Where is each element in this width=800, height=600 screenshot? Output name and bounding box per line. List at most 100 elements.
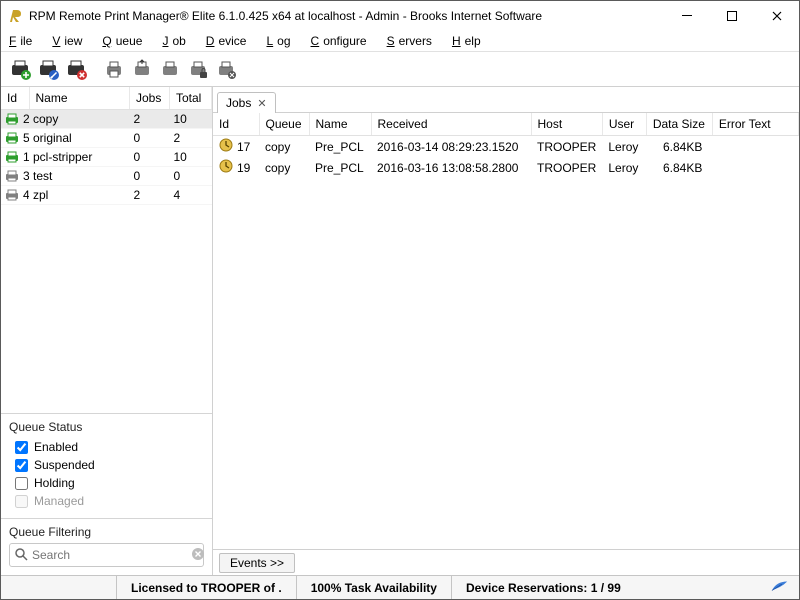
minimize-button[interactable] (664, 1, 709, 31)
menu-view[interactable]: View (52, 34, 90, 48)
queue-row[interactable]: 1pcl-stripper010 (1, 147, 212, 166)
checkbox[interactable] (15, 441, 28, 454)
status-label: Holding (34, 476, 75, 490)
col-name[interactable]: Name (29, 87, 130, 109)
queue-jobs: 2 (130, 109, 170, 128)
printer-action-2-button[interactable] (129, 56, 155, 82)
job-id: 19 (237, 161, 250, 175)
tab-label: Jobs (226, 96, 251, 110)
queue-row[interactable]: 5original02 (1, 128, 212, 147)
job-name: Pre_PCL (309, 157, 371, 178)
maximize-button[interactable] (709, 1, 754, 31)
queue-row[interactable]: 2copy210 (1, 109, 212, 128)
job-queue: copy (259, 157, 309, 178)
delete-printer-button[interactable] (63, 56, 89, 82)
menu-help[interactable]: Help (452, 34, 489, 48)
search-box (9, 543, 204, 567)
job-host: TROOPER (531, 136, 602, 158)
queue-id: 4 (23, 188, 29, 202)
status-label: Managed (34, 494, 84, 508)
queue-jobs: 0 (130, 166, 170, 185)
clear-search-icon[interactable] (191, 547, 205, 564)
col-jobs[interactable]: Jobs (130, 87, 170, 109)
main-split: Id Name Jobs Total 2copy2105original021p… (1, 87, 799, 575)
queue-filtering-title: Queue Filtering (9, 525, 204, 539)
window-buttons (664, 1, 799, 31)
events-button[interactable]: Events >> (219, 553, 295, 573)
jcol-queue[interactable]: Queue (259, 113, 309, 136)
tab-jobs[interactable]: Jobs ✕ (217, 92, 276, 113)
toolbar (1, 51, 799, 87)
add-printer-button[interactable] (7, 56, 33, 82)
job-size: 6.84KB (646, 136, 712, 158)
window-title: RPM Remote Print Manager® Elite 6.1.0.42… (29, 9, 664, 23)
job-user: Leroy (602, 136, 646, 158)
jcol-error[interactable]: Error Text (712, 113, 798, 136)
queue-total: 0 (170, 166, 212, 185)
feather-icon (761, 579, 799, 596)
menu-servers[interactable]: Servers (387, 34, 440, 48)
status-managed: Managed (9, 492, 204, 510)
search-icon (14, 547, 28, 564)
jcol-host[interactable]: Host (531, 113, 602, 136)
col-total[interactable]: Total (170, 87, 212, 109)
close-button[interactable] (754, 1, 799, 31)
jcol-received[interactable]: Received (371, 113, 531, 136)
status-suspended[interactable]: Suspended (9, 456, 204, 474)
printer-cancel-button[interactable] (213, 56, 239, 82)
menu-log[interactable]: Log (266, 34, 298, 48)
title-bar: RPM Remote Print Manager® Elite 6.1.0.42… (1, 1, 799, 31)
app-icon (7, 8, 23, 24)
queue-table-header: Id Name Jobs Total (1, 87, 212, 109)
queue-total: 4 (170, 185, 212, 204)
printer-lock-button[interactable] (185, 56, 211, 82)
jobs-table[interactable]: Id Queue Name Received Host User Data Si… (213, 113, 799, 178)
menu-queue[interactable]: Queue (102, 34, 150, 48)
menu-file[interactable]: File (9, 34, 40, 48)
job-row[interactable]: 17copyPre_PCL2016-03-14 08:29:23.1520TRO… (213, 136, 799, 158)
queue-id: 3 (23, 169, 29, 183)
status-enabled[interactable]: Enabled (9, 438, 204, 456)
queue-panel: Id Name Jobs Total 2copy2105original021p… (1, 87, 213, 575)
job-name: Pre_PCL (309, 136, 371, 158)
job-error (712, 136, 798, 158)
menu-device[interactable]: Device (206, 34, 255, 48)
printer-action-1-button[interactable] (101, 56, 127, 82)
tab-close-icon[interactable]: ✕ (257, 97, 266, 110)
checkbox[interactable] (15, 459, 28, 472)
configure-printer-button[interactable] (35, 56, 61, 82)
queue-table[interactable]: Id Name Jobs Total 2copy2105original021p… (1, 87, 212, 205)
job-row[interactable]: 19copyPre_PCL2016-03-16 13:08:58.2800TRO… (213, 157, 799, 178)
job-error (712, 157, 798, 178)
queue-name: original (29, 128, 130, 147)
job-user: Leroy (602, 157, 646, 178)
jcol-data-size[interactable]: Data Size (646, 113, 712, 136)
jcol-user[interactable]: User (602, 113, 646, 136)
printer-action-3-button[interactable] (157, 56, 183, 82)
checkbox (15, 495, 28, 508)
clock-icon (219, 138, 233, 155)
queue-jobs: 2 (130, 185, 170, 204)
status-label: Enabled (34, 440, 78, 454)
status-holding[interactable]: Holding (9, 474, 204, 492)
status-license: Licensed to TROOPER of . (116, 576, 296, 599)
queue-id: 2 (23, 112, 29, 126)
queue-row[interactable]: 4zpl24 (1, 185, 212, 204)
menu-job[interactable]: Job (162, 34, 193, 48)
queue-jobs: 0 (130, 128, 170, 147)
events-bar: Events >> (213, 549, 799, 575)
status-availability: 100% Task Availability (296, 576, 451, 599)
jcol-name[interactable]: Name (309, 113, 371, 136)
queue-status-title: Queue Status (9, 420, 204, 434)
checkbox[interactable] (15, 477, 28, 490)
jcol-id[interactable]: Id (213, 113, 259, 136)
status-reservations: Device Reservations: 1 / 99 (451, 576, 635, 599)
queue-total: 10 (170, 109, 212, 128)
queue-id: 1 (23, 150, 29, 164)
col-id[interactable]: Id (1, 87, 29, 109)
queue-row[interactable]: 3test00 (1, 166, 212, 185)
search-input[interactable] (28, 546, 191, 564)
menu-configure[interactable]: Configure (311, 34, 375, 48)
status-bar: Licensed to TROOPER of . 100% Task Avail… (1, 575, 799, 599)
job-received: 2016-03-16 13:08:58.2800 (371, 157, 531, 178)
